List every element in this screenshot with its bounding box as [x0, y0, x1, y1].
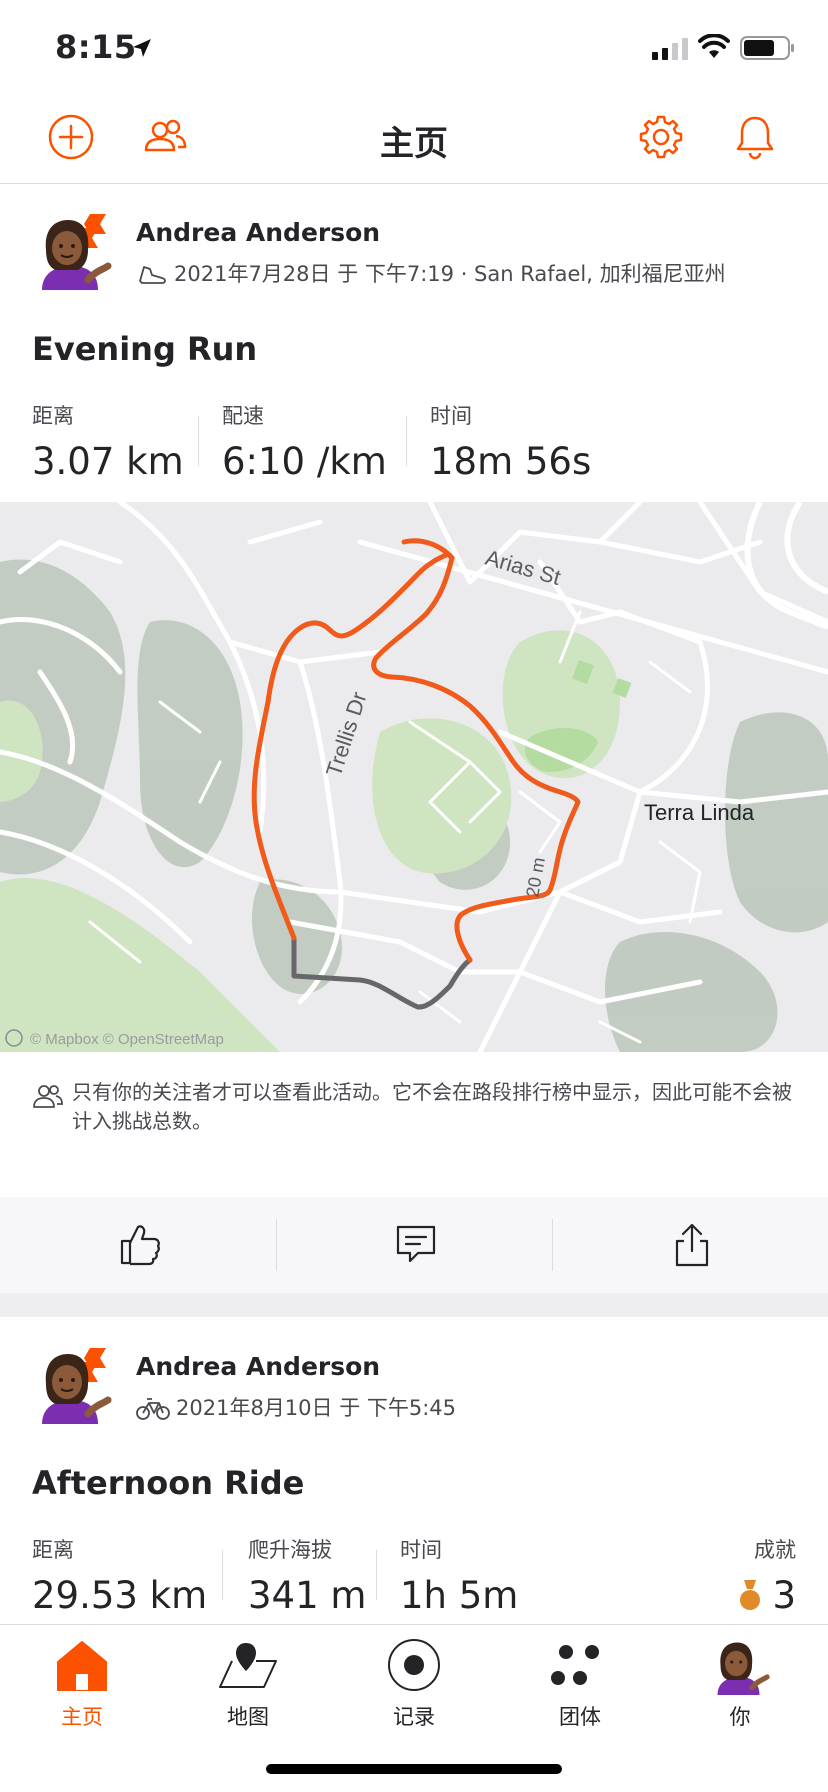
comment-icon [396, 1225, 436, 1263]
profile-avatar-icon [717, 1642, 770, 1695]
stat-value: 1h 5m [400, 1574, 519, 1617]
share-button[interactable] [552, 1197, 828, 1293]
tab-label: 团体 [559, 1705, 601, 1729]
map-label-terra-linda: Terra Linda [644, 800, 755, 825]
home-indicator[interactable] [266, 1764, 562, 1774]
stat-distance: 距离 29.53 km [32, 1534, 207, 1617]
stat-label: 时间 [400, 1538, 442, 1562]
signal-icon [652, 38, 688, 60]
status-bar: 8:15 [0, 0, 828, 92]
stat-label: 时间 [430, 404, 472, 428]
stat-label: 距离 [32, 404, 74, 428]
bike-icon [136, 1398, 170, 1420]
tab-home[interactable]: 主页 [22, 1633, 142, 1731]
stat-time: 时间 18m 56s [430, 400, 591, 483]
home-icon [57, 1641, 107, 1691]
tab-label: 主页 [61, 1705, 103, 1729]
tab-record[interactable]: 记录 [354, 1633, 474, 1731]
shoe-icon [139, 266, 166, 284]
gear-icon[interactable] [636, 112, 686, 162]
activity-meta: 2021年7月28日 于 下午7:19 · San Rafael, 加利福尼亚州 [136, 258, 726, 288]
thumbs-up-icon [120, 1225, 160, 1266]
stat-divider [406, 416, 407, 466]
stat-value: 18m 56s [430, 440, 592, 483]
avatar[interactable] [32, 210, 112, 290]
location-arrow-icon [133, 39, 151, 57]
tab-maps[interactable]: 地图 [188, 1633, 308, 1731]
stat-value: 3.07 km [32, 440, 184, 483]
activity-meta-text: 2021年8月10日 于 下午5:45 [176, 1396, 457, 1420]
kudos-button[interactable] [0, 1197, 276, 1293]
page-title: 主页 [380, 124, 448, 164]
privacy-note: 只有你的关注者才可以查看此活动。它不会在路段排行榜中显示，因此可能不会被计入挑战… [32, 1078, 802, 1136]
stat-divider [376, 1550, 377, 1600]
tab-you[interactable]: 你 [680, 1633, 800, 1731]
stat-value: 6:10 /km [222, 440, 387, 483]
groups-icon [551, 1645, 599, 1685]
privacy-note-text: 只有你的关注者才可以查看此活动。它不会在路段排行榜中显示，因此可能不会被计入挑战… [72, 1080, 792, 1133]
activity-meta: 2021年8月10日 于 下午5:45 [136, 1392, 456, 1422]
stat-label: 配速 [222, 404, 264, 428]
activity-meta-text: 2021年7月28日 于 下午7:19 · San Rafael, 加利福尼亚州 [174, 262, 726, 286]
stat-elevation: 爬升海拔 341 m [248, 1534, 366, 1617]
feed-separator [0, 1293, 828, 1317]
activity-action-bar [0, 1197, 828, 1293]
activity-title[interactable]: Afternoon Ride [32, 1464, 304, 1502]
stat-distance: 距离 3.07 km [32, 400, 184, 483]
status-time: 8:15 [55, 28, 137, 66]
stat-value: 29.53 km [32, 1574, 208, 1617]
map-attribution[interactable]: © Mapbox © OpenStreetMap [30, 1031, 224, 1048]
share-icon [675, 1223, 709, 1267]
stat-label: 成就 [754, 1538, 796, 1562]
activity-title[interactable]: Evening Run [32, 330, 257, 368]
stat-divider [198, 416, 199, 466]
avatar[interactable] [32, 1344, 112, 1424]
achievements-count: 3 [772, 1574, 796, 1617]
stat-time: 时间 1h 5m [400, 1534, 518, 1617]
stat-label: 爬升海拔 [248, 1538, 332, 1562]
activity-map[interactable]: Arias St Trellis Dr Terra Linda 20 m © M… [0, 502, 828, 1052]
battery-icon [740, 36, 794, 60]
wifi-icon [698, 34, 730, 58]
athlete-name[interactable]: Andrea Anderson [136, 1352, 380, 1381]
tab-groups[interactable]: 团体 [520, 1633, 640, 1731]
stat-value: 341 m [248, 1574, 367, 1617]
stat-label: 距离 [32, 1538, 74, 1562]
athlete-name[interactable]: Andrea Anderson [136, 218, 380, 247]
achievements-value: 3 [738, 1574, 796, 1617]
map-canvas: Arias St Trellis Dr Terra Linda 20 m © M… [0, 502, 828, 1052]
bell-icon[interactable] [730, 112, 780, 162]
tab-label: 你 [729, 1705, 751, 1729]
comment-button[interactable] [276, 1197, 552, 1293]
stat-achievements: 成就 3 [738, 1534, 796, 1617]
top-nav-bar: 主页 [0, 92, 828, 184]
followers-icon [33, 1085, 63, 1108]
medal-icon [740, 1579, 761, 1610]
map-icon [219, 1643, 277, 1688]
record-icon [388, 1639, 440, 1691]
tab-label: 记录 [393, 1705, 435, 1729]
stat-divider [222, 1550, 223, 1600]
tab-label: 地图 [227, 1705, 269, 1729]
stat-pace: 配速 6:10 /km [222, 400, 387, 483]
